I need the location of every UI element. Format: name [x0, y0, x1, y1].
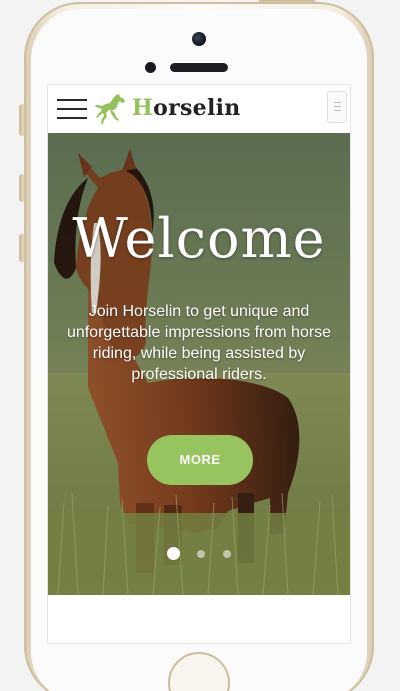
earpiece-speaker — [170, 63, 228, 72]
horse-logo-icon[interactable] — [94, 93, 128, 125]
brand-logo-text[interactable]: Horselin — [132, 95, 241, 121]
slider-dot-1[interactable] — [167, 547, 180, 560]
hamburger-menu-icon[interactable] — [57, 99, 87, 119]
hero-title: Welcome — [72, 207, 326, 270]
proximity-sensor — [145, 62, 156, 73]
more-button[interactable]: MORE — [147, 435, 253, 485]
hero-slider: Welcome Join Horselin to get unique and … — [48, 133, 350, 595]
slider-dot-3[interactable] — [223, 550, 231, 558]
hero-description: Join Horselin to get unique and unforget… — [66, 303, 332, 383]
device-mockup: Horselin Welcome Join Horselin to get un… — [0, 0, 400, 691]
front-camera — [192, 32, 206, 46]
collapse-toggle-icon[interactable] — [327, 91, 347, 123]
site-header: Horselin — [48, 85, 350, 134]
phone-screen: Horselin Welcome Join Horselin to get un… — [47, 84, 351, 644]
slider-pagination — [48, 547, 350, 561]
slider-dot-2[interactable] — [197, 550, 205, 558]
